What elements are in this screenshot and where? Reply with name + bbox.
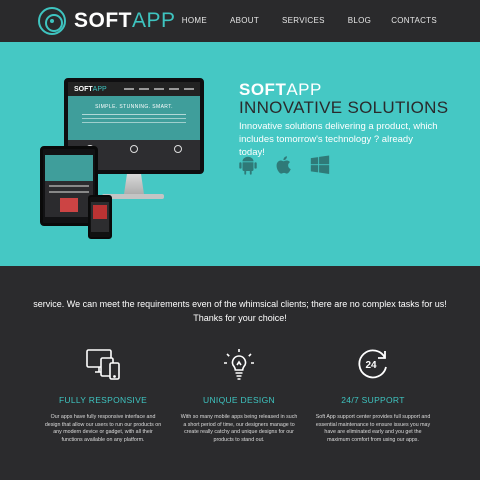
phone-mockup bbox=[88, 195, 112, 239]
android-icon[interactable] bbox=[237, 154, 259, 176]
nav-home[interactable]: HOME bbox=[182, 16, 207, 25]
hero-section: SOFTAPP SIMPLE. STUNNING. SMART. SOFTAPP… bbox=[0, 42, 480, 266]
responsive-devices-icon bbox=[85, 346, 121, 382]
nav-services[interactable]: SERVICES bbox=[282, 16, 325, 25]
svg-text:24: 24 bbox=[366, 360, 378, 371]
lightbulb-icon bbox=[221, 346, 257, 382]
feature-text: Our apps have fully responsive interface… bbox=[44, 414, 162, 443]
hero-subtitle: INNOVATIVE SOLUTIONS bbox=[239, 98, 449, 117]
logo-mark-icon bbox=[38, 7, 66, 35]
apple-icon[interactable] bbox=[273, 154, 295, 176]
platform-icons bbox=[237, 154, 331, 176]
feature-design: UNIQUE DESIGN With so many mobile apps b… bbox=[179, 346, 299, 444]
hero-title-light: APP bbox=[286, 80, 322, 99]
mockup-logo: SOFTAPP bbox=[74, 85, 107, 93]
mockup-header: SOFTAPP bbox=[68, 82, 200, 96]
nav-about[interactable]: ABOUT bbox=[230, 16, 259, 25]
logo-text-bold: SOFT bbox=[74, 9, 132, 32]
monitor-stand bbox=[123, 174, 145, 196]
feature-responsive: FULLY RESPONSIVE Our apps have fully res… bbox=[43, 346, 163, 444]
feature-text: Soft App support center provides full su… bbox=[315, 414, 431, 443]
windows-icon[interactable] bbox=[309, 154, 331, 176]
feature-title: 24/7 SUPPORT bbox=[341, 395, 405, 405]
site-header: SOFTAPP HOME ABOUT SERVICES BLOG CONTACT… bbox=[0, 0, 480, 42]
feature-title: UNIQUE DESIGN bbox=[203, 395, 275, 405]
intro-text: service. We can meet the requirements ev… bbox=[33, 299, 447, 323]
logo[interactable]: SOFTAPP bbox=[38, 6, 176, 36]
feature-title: FULLY RESPONSIVE bbox=[58, 395, 148, 405]
support-24-icon: 24 bbox=[355, 346, 391, 382]
feature-support: 24 24/7 SUPPORT Soft App support center … bbox=[313, 346, 433, 444]
main-nav: HOME ABOUT SERVICES BLOG CONTACTS bbox=[182, 16, 437, 25]
hero-title-bold: SOFT bbox=[239, 80, 287, 99]
mockup-nav bbox=[124, 88, 194, 90]
mockup-banner-title: SIMPLE. STUNNING. SMART. bbox=[95, 104, 173, 110]
logo-text: SOFTAPP bbox=[74, 9, 176, 33]
nav-blog[interactable]: BLOG bbox=[348, 16, 371, 25]
feature-text: With so many mobile apps being released … bbox=[180, 414, 298, 443]
logo-text-light: APP bbox=[132, 9, 176, 32]
hero-title: SOFTAPP bbox=[239, 80, 322, 100]
services-section: service. We can meet the requirements ev… bbox=[0, 266, 480, 480]
nav-contacts[interactable]: CONTACTS bbox=[391, 16, 437, 25]
mockup-banner: SIMPLE. STUNNING. SMART. bbox=[68, 96, 200, 140]
